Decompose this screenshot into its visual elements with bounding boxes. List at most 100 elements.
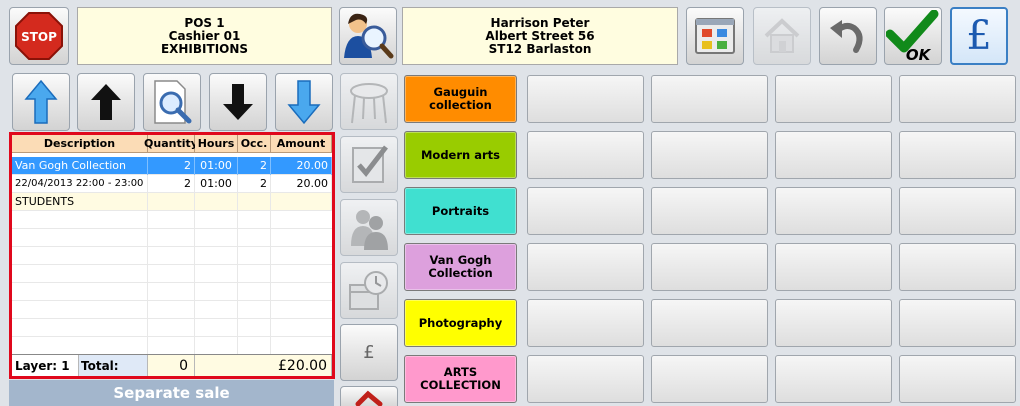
scroll-up-light-button[interactable] (12, 73, 70, 131)
category-portraits[interactable]: Portraits (404, 187, 517, 235)
row-quantity: 2 (148, 157, 195, 175)
empty-row (12, 229, 332, 247)
empty-product-button[interactable] (527, 243, 644, 291)
customer-search-icon (344, 13, 394, 59)
customer-street: Albert Street 56 (485, 28, 595, 43)
arrow-down-light-icon (287, 80, 321, 125)
empty-product-button[interactable] (899, 131, 1016, 179)
row-quantity (148, 193, 195, 211)
category-arts-collection[interactable]: ARTS COLLECTION (404, 355, 517, 403)
stop-sign-icon: STOP (15, 12, 63, 60)
schedule-button[interactable] (340, 262, 398, 319)
layout-button[interactable] (686, 7, 744, 65)
table-row[interactable]: 22/04/2013 22:00 - 23:00 2 01:00 2 20.00 (12, 175, 332, 193)
price-button[interactable]: £ (340, 324, 398, 381)
empty-product-button[interactable] (775, 75, 892, 123)
empty-product-button[interactable] (651, 131, 768, 179)
row-occurrences: 2 (238, 175, 271, 193)
ok-label: OK (906, 46, 932, 62)
empty-product-button[interactable] (651, 299, 768, 347)
home-button[interactable] (753, 7, 811, 65)
preview-button[interactable] (143, 73, 201, 131)
calendar-clock-icon (349, 270, 388, 310)
empty-row (12, 319, 332, 337)
empty-product-button[interactable] (775, 299, 892, 347)
empty-product-button[interactable] (651, 75, 768, 123)
empty-row (12, 301, 332, 319)
empty-product-button[interactable] (899, 75, 1016, 123)
empty-product-button[interactable] (527, 131, 644, 179)
empty-product-button[interactable] (775, 355, 892, 403)
payment-button[interactable]: £ (950, 7, 1008, 65)
empty-product-button[interactable] (527, 355, 644, 403)
confirm-ok-button[interactable]: OK (884, 7, 942, 65)
table-row[interactable]: Van Gogh Collection 2 01:00 2 20.00 (12, 157, 332, 175)
empty-product-button[interactable] (651, 187, 768, 235)
customer-postcode: ST12 Barlaston (488, 41, 592, 56)
pos-number: POS 1 (184, 15, 225, 30)
empty-product-button[interactable] (775, 187, 892, 235)
separate-sale-button[interactable]: Separate sale (9, 380, 334, 406)
column-header-occurrences[interactable]: Occ. (238, 135, 271, 153)
pound-currency-icon: £ (966, 13, 992, 59)
layer-indicator: Layer: 1 (12, 355, 79, 376)
row-amount: 20.00 (271, 175, 332, 193)
total-label: Total: (79, 355, 148, 376)
row-occurrences: 2 (238, 157, 271, 175)
checkmark-ok-icon: OK (886, 10, 939, 62)
customer-search-button[interactable] (339, 7, 397, 65)
stop-button[interactable]: STOP (9, 7, 69, 65)
scroll-down-button[interactable] (209, 73, 267, 131)
row-amount (271, 193, 332, 211)
table-row[interactable]: STUDENTS (12, 193, 332, 211)
column-header-description[interactable]: Description (12, 135, 148, 153)
empty-row (12, 283, 332, 301)
category-gauguin-collection[interactable]: Gauguin collection (404, 75, 517, 123)
empty-product-button[interactable] (775, 243, 892, 291)
row-hours: 01:00 (195, 157, 238, 175)
table-button[interactable] (340, 73, 398, 130)
column-header-hours[interactable]: Hours (195, 135, 238, 153)
delete-button[interactable] (340, 386, 398, 406)
column-header-amount[interactable]: Amount (271, 135, 332, 153)
order-lines-grid: Description Quantity Hours Occ. Amount V… (9, 132, 335, 379)
arrow-up-light-icon (24, 79, 58, 124)
empty-product-button[interactable] (527, 299, 644, 347)
empty-row (12, 247, 332, 265)
empty-product-button[interactable] (899, 355, 1016, 403)
empty-product-button[interactable] (899, 243, 1016, 291)
empty-product-button[interactable] (527, 187, 644, 235)
category-van-gogh-collection[interactable]: Van Gogh Collection (404, 243, 517, 291)
empty-product-button[interactable] (775, 131, 892, 179)
arrow-up-black-icon (91, 84, 121, 120)
scroll-down-light-button[interactable] (275, 73, 333, 131)
home-icon (764, 18, 800, 53)
checklist-button[interactable] (340, 136, 398, 193)
column-header-quantity[interactable]: Quantity (144, 135, 198, 153)
customer-name: Harrison Peter (490, 15, 590, 30)
undo-button[interactable] (819, 7, 877, 65)
row-quantity: 2 (148, 175, 195, 193)
row-description: STUDENTS (12, 193, 148, 211)
row-amount: 20.00 (271, 157, 332, 175)
row-occurrences (238, 193, 271, 211)
row-description: Van Gogh Collection (12, 157, 148, 175)
empty-product-button[interactable] (651, 355, 768, 403)
scroll-up-button[interactable] (77, 73, 135, 131)
cashier-name: Cashier 01 (168, 28, 241, 43)
arrow-down-black-icon (223, 84, 253, 120)
empty-product-button[interactable] (651, 243, 768, 291)
group-button[interactable] (340, 199, 398, 256)
empty-product-button[interactable] (899, 187, 1016, 235)
document-magnifier-icon (154, 80, 192, 124)
layout-grid-icon (695, 18, 735, 54)
pos-info-panel: POS 1 Cashier 01 EXHIBITIONS (77, 7, 332, 65)
empty-product-button[interactable] (899, 299, 1016, 347)
category-modern-arts[interactable]: Modern arts (404, 131, 517, 179)
stop-sign-label: STOP (21, 30, 57, 44)
total-quantity: 0 (148, 355, 195, 376)
category-photography[interactable]: Photography (404, 299, 517, 347)
empty-product-button[interactable] (527, 75, 644, 123)
delete-x-icon (355, 390, 383, 406)
empty-row (12, 211, 332, 229)
